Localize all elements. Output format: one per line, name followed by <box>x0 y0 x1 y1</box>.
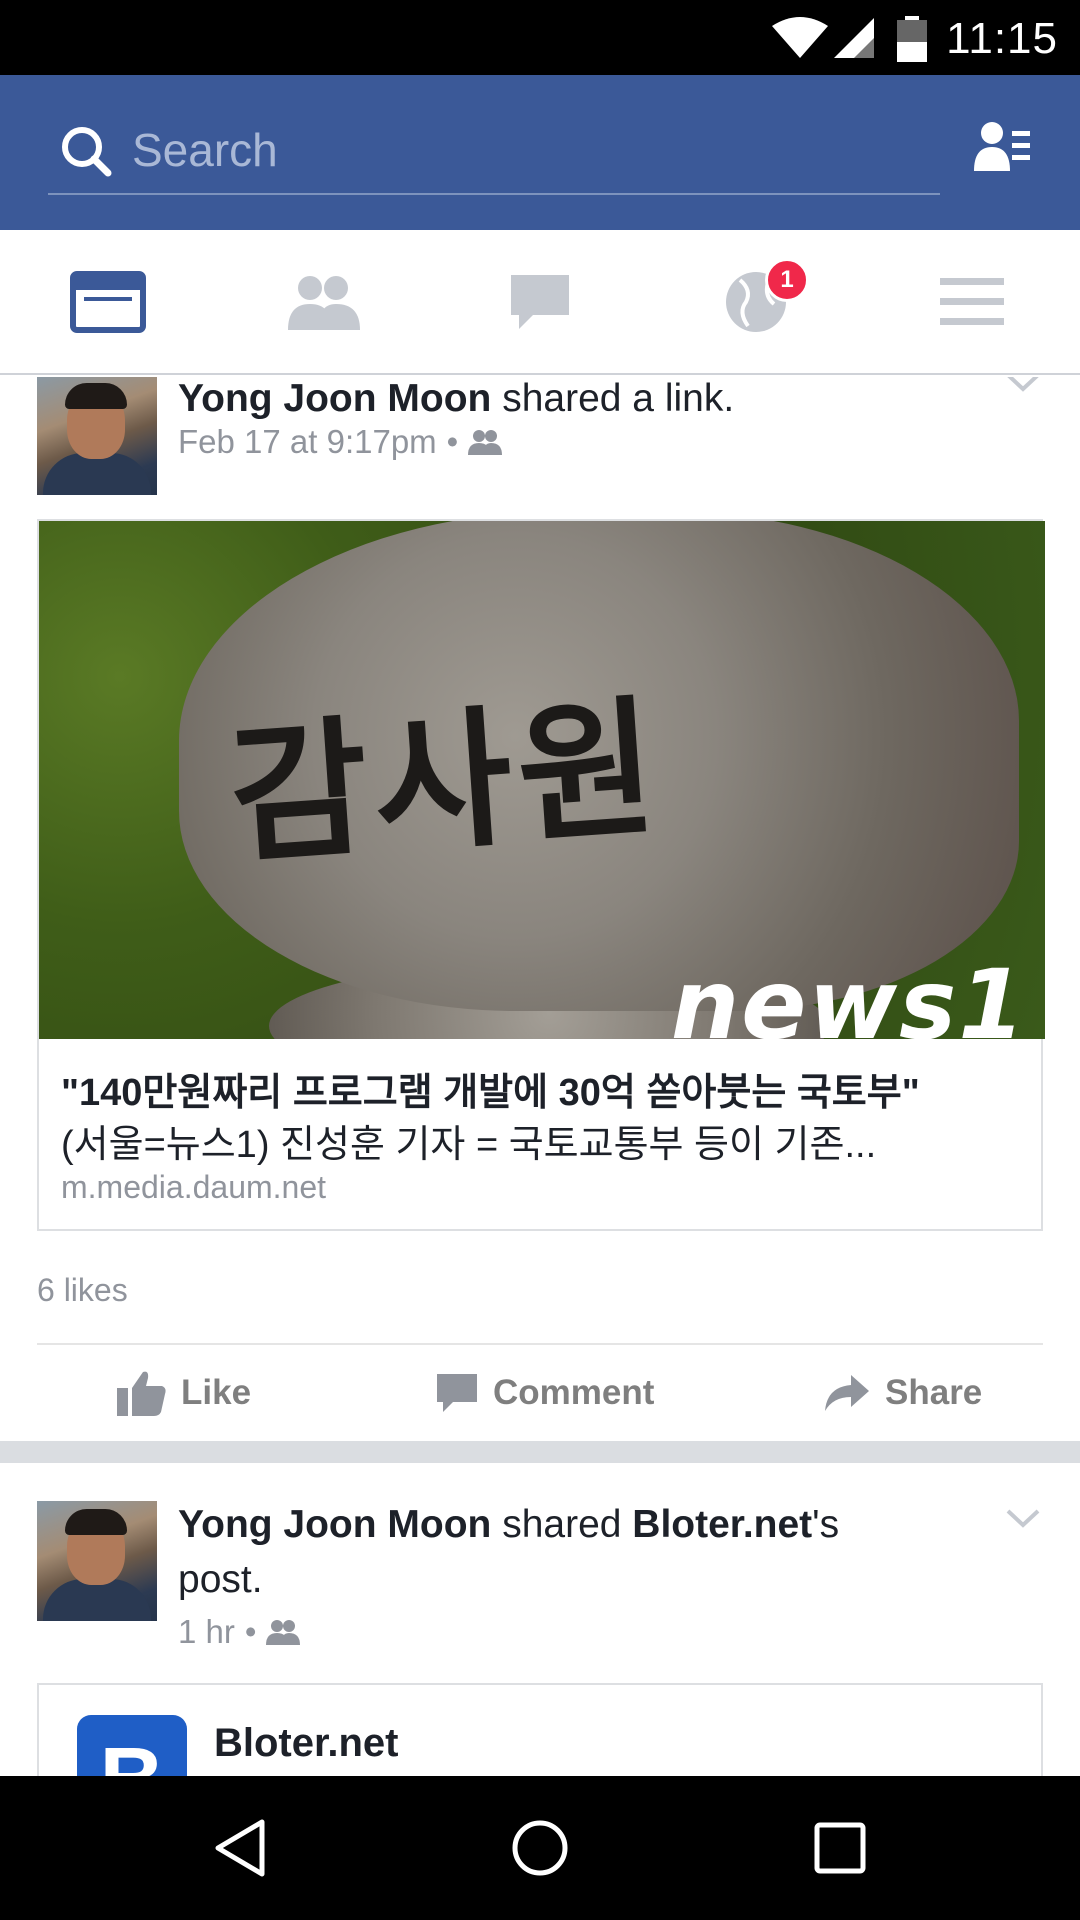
shared-page-link[interactable]: Bloter.net <box>632 1503 812 1546</box>
thumbs-up-icon <box>117 1371 166 1416</box>
post-header: Yong Joon Moon shared Bloter.net's post. <box>178 1497 898 1607</box>
friends-icon <box>288 275 360 330</box>
tab-friend-requests[interactable] <box>216 230 432 373</box>
friend-list-icon[interactable] <box>972 119 1032 175</box>
like-label: Like <box>181 1373 252 1412</box>
tab-more[interactable] <box>864 230 1080 373</box>
post-timestamp[interactable]: 1 hr <box>178 1613 235 1651</box>
search-placeholder: Search <box>132 124 278 176</box>
link-description: (서울=뉴스1) 진성훈 기자 = 국토교통부 등이 기존... <box>61 1124 877 1166</box>
post-timestamp[interactable]: Feb 17 at 9:17pm <box>178 423 437 461</box>
tab-bar <box>0 230 1080 375</box>
post-action: shared <box>491 1503 633 1546</box>
link-preview[interactable]: 감사원 news1 "140만원짜리 프로그램 개발에 30억 쏟아붓는 국토부… <box>37 519 1045 1231</box>
app-header: Search <box>0 75 1080 230</box>
system-nav-bar <box>0 1776 1080 1920</box>
meta-separator: • <box>446 423 459 460</box>
avatar[interactable] <box>37 1501 157 1621</box>
friends-audience-icon <box>266 1620 301 1645</box>
post-header: Yong Joon Moon shared a link. <box>178 377 734 426</box>
wifi-icon <box>772 17 828 58</box>
search-icon <box>62 127 112 177</box>
comment-button[interactable]: Comment <box>435 1345 654 1441</box>
back-button[interactable] <box>140 1776 340 1920</box>
battery-icon <box>897 16 927 62</box>
clock: 11:15 <box>946 14 1058 63</box>
back-triangle-icon <box>215 1819 265 1877</box>
menu-icon <box>940 277 1004 325</box>
comment-icon <box>437 1374 477 1412</box>
news-feed-icon <box>70 270 146 333</box>
news1-watermark: news1 <box>670 949 1027 1039</box>
page-name[interactable]: Bloter.net <box>214 1721 398 1766</box>
link-title: "140만원짜리 프로그램 개발에 30억 쏟아붓는 국토부" <box>61 1072 920 1114</box>
page-logo: B <box>77 1715 187 1776</box>
share-label: Share <box>885 1373 983 1412</box>
author-name[interactable]: Yong Joon Moon <box>178 377 491 420</box>
shared-post-card[interactable]: B Bloter.net <box>37 1683 1043 1776</box>
post-action-line2: post. <box>178 1558 263 1601</box>
recents-button[interactable] <box>740 1776 940 1920</box>
meta-separator: • <box>244 1613 257 1650</box>
comment-label: Comment <box>493 1373 655 1412</box>
search-input[interactable]: Search <box>48 115 940 195</box>
tab-notifications[interactable] <box>648 230 864 373</box>
friends-audience-icon <box>468 430 503 455</box>
avatar[interactable] <box>37 377 157 495</box>
author-name[interactable]: Yong Joon Moon <box>178 1503 491 1546</box>
post-actions: Like Comment Share <box>37 1343 1043 1441</box>
status-bar: 11:15 <box>0 0 1080 75</box>
tab-news-feed[interactable] <box>0 230 216 373</box>
link-image: 감사원 news1 <box>39 521 1045 1039</box>
chevron-down-icon[interactable] <box>1006 377 1040 393</box>
home-button[interactable] <box>440 1776 640 1920</box>
chevron-down-icon[interactable] <box>1006 1509 1040 1529</box>
post-action: shared a link. <box>491 377 735 420</box>
tab-messages[interactable] <box>432 230 648 373</box>
chat-bubble-icon <box>511 274 569 329</box>
home-circle-icon <box>512 1820 568 1876</box>
post-meta: Feb 17 at 9:17pm • <box>178 423 503 461</box>
share-arrow-icon <box>825 1375 869 1411</box>
like-count[interactable]: 6 likes <box>37 1272 128 1309</box>
link-domain: m.media.daum.net <box>61 1169 327 1205</box>
recents-square-icon <box>814 1822 866 1874</box>
notification-badge: 1 <box>765 258 809 302</box>
rock-inscription: 감사원 <box>224 681 668 885</box>
news-feed: Yong Joon Moon shared a link. Feb 17 at … <box>0 377 1080 1776</box>
post-action-suffix: 's <box>812 1503 840 1546</box>
cell-signal-icon <box>834 18 874 58</box>
post-divider <box>0 1441 1080 1463</box>
share-button[interactable]: Share <box>823 1345 982 1441</box>
like-button[interactable]: Like <box>117 1345 251 1441</box>
post-meta: 1 hr • <box>178 1613 301 1651</box>
